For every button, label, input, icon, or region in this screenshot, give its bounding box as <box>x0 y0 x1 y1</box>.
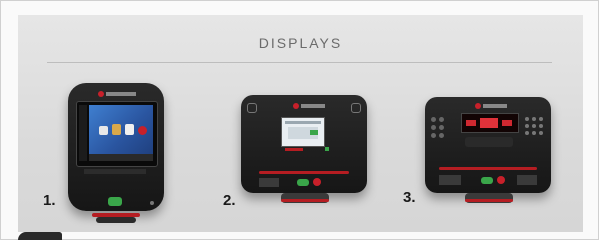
app-tile-icon <box>112 124 121 135</box>
console-base <box>96 217 136 223</box>
key-icon[interactable] <box>431 117 436 122</box>
base-accent-bar <box>465 199 513 202</box>
brand-logo-mark <box>106 92 136 96</box>
key-icon[interactable] <box>525 117 529 121</box>
info-text-block <box>517 175 537 185</box>
display-accent-bar <box>439 167 537 170</box>
key-icon[interactable] <box>439 125 444 130</box>
key-icon[interactable] <box>532 131 536 135</box>
lcd-accent-strip <box>325 147 329 151</box>
key-icon[interactable] <box>439 133 444 138</box>
next-section-edge <box>18 232 62 240</box>
display-1-console[interactable] <box>66 83 166 223</box>
key-icon[interactable] <box>439 117 444 122</box>
display-accent-bar <box>259 171 349 174</box>
brand-logo-icon <box>293 103 299 109</box>
brand-logo-mark <box>483 104 507 108</box>
start-button[interactable] <box>108 197 122 206</box>
key-icon[interactable] <box>525 131 529 135</box>
displays-panel: DISPLAYS 1. 2. 3. <box>18 15 583 232</box>
key-icon[interactable] <box>532 117 536 121</box>
stop-button[interactable] <box>497 176 505 184</box>
lcd-red-accent <box>285 148 303 151</box>
key-icon[interactable] <box>431 133 436 138</box>
page-frame: DISPLAYS 1. 2. 3. <box>0 0 599 240</box>
led-segment <box>466 120 476 126</box>
key-icon[interactable] <box>539 117 543 121</box>
status-bar <box>84 169 146 174</box>
screen-footer <box>89 154 153 161</box>
app-tile-icon <box>138 126 147 135</box>
key-icon[interactable] <box>431 125 436 130</box>
led-segment <box>480 118 498 128</box>
key-icon[interactable] <box>539 131 543 135</box>
sensor-icon <box>150 201 154 205</box>
brand-logo-icon <box>475 103 481 109</box>
display-2-console[interactable] <box>241 95 367 211</box>
app-tile-icon <box>99 126 108 135</box>
led-display <box>461 113 519 133</box>
lcd-screen <box>281 117 325 147</box>
key-icon[interactable] <box>525 124 529 128</box>
right-side-button[interactable] <box>351 103 361 113</box>
right-keypad[interactable] <box>525 117 547 151</box>
section-title: DISPLAYS <box>258 35 343 51</box>
lcd-green-indicator <box>310 130 318 135</box>
start-button[interactable] <box>297 179 309 186</box>
display-2-label: 2. <box>223 192 236 209</box>
brand-logo-icon <box>98 91 104 97</box>
base-accent-bar <box>281 199 329 202</box>
left-keypad[interactable] <box>431 117 453 145</box>
brand-logo-mark <box>301 104 325 108</box>
app-tile-icon <box>125 124 134 135</box>
touch-screen <box>76 101 158 167</box>
display-3-label: 3. <box>403 189 416 206</box>
lcd-header-bar <box>285 121 321 124</box>
key-icon[interactable] <box>532 124 536 128</box>
center-controls[interactable] <box>465 137 513 147</box>
info-text-block <box>259 178 279 187</box>
title-divider <box>47 62 552 63</box>
info-text-block <box>439 175 461 185</box>
start-button[interactable] <box>481 177 493 184</box>
key-icon[interactable] <box>539 124 543 128</box>
stop-button[interactable] <box>313 178 321 186</box>
display-3-console[interactable] <box>425 97 551 213</box>
display-1-label: 1. <box>43 192 56 209</box>
screen-sidebar <box>79 105 87 161</box>
led-segment <box>502 120 512 126</box>
left-side-button[interactable] <box>247 103 257 113</box>
